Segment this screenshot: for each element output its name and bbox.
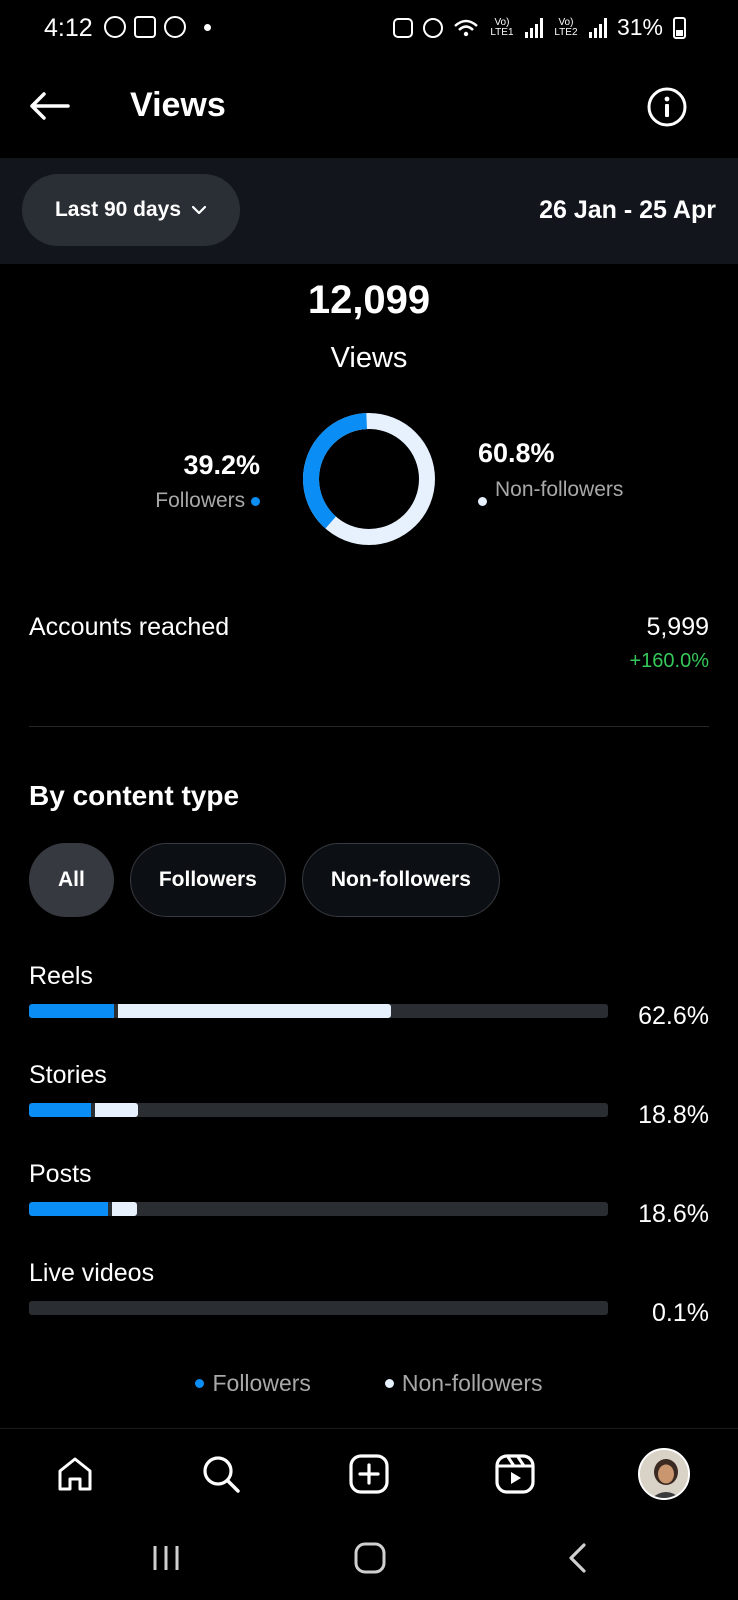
followers-bar-segment bbox=[29, 1103, 91, 1117]
system-home-button[interactable] bbox=[348, 1538, 392, 1578]
content-row-stories: Stories 18.8% bbox=[29, 1061, 709, 1151]
followers-bar-segment bbox=[29, 1004, 114, 1018]
divider bbox=[29, 726, 709, 727]
system-recents-button[interactable] bbox=[144, 1538, 188, 1578]
nav-create-button[interactable] bbox=[346, 1451, 392, 1497]
arrow-left-icon bbox=[30, 92, 70, 120]
non-followers-legend-label: Non-followers bbox=[495, 478, 624, 501]
content-row-percentage: 62.6% bbox=[638, 1002, 709, 1030]
content-row-percentage: 0.1% bbox=[652, 1299, 709, 1327]
nav-home-button[interactable] bbox=[52, 1451, 98, 1497]
profile-avatar[interactable] bbox=[638, 1448, 690, 1500]
signal-icon bbox=[588, 17, 607, 38]
system-indicators: Vo) LTE1 Vo) LTE2 31% bbox=[392, 14, 686, 41]
followers-dot-icon bbox=[251, 496, 260, 506]
info-button[interactable] bbox=[646, 86, 688, 128]
followers-dot-icon bbox=[195, 1379, 205, 1388]
back-icon bbox=[569, 1543, 586, 1573]
accounts-reached-label: Accounts reached bbox=[29, 613, 230, 641]
content-row-label: Stories bbox=[29, 1061, 107, 1089]
followers-legend-label: Followers bbox=[155, 489, 246, 512]
more-notifications-icon bbox=[204, 23, 211, 31]
tab-non-followers[interactable]: Non-followers bbox=[301, 843, 500, 917]
whatsapp-icon bbox=[164, 16, 186, 38]
content-row-percentage: 18.8% bbox=[638, 1101, 709, 1129]
battery-percentage: 31% bbox=[616, 14, 663, 40]
date-range-dropdown-label: Last 90 days bbox=[54, 198, 182, 221]
alarm-icon bbox=[422, 17, 443, 38]
nav-search-button[interactable] bbox=[198, 1451, 244, 1497]
recents-icon bbox=[153, 1546, 179, 1570]
content-row-bar bbox=[29, 1301, 608, 1315]
status-bar: 4:12 Vo) LTE1 Vo) LTE2 31% bbox=[0, 0, 738, 56]
followers-share: 39.2% Followers bbox=[155, 450, 260, 513]
system-navigation-bar bbox=[0, 1516, 738, 1600]
accounts-reached-value: 5,999 bbox=[646, 613, 709, 641]
content-row-bar bbox=[29, 1004, 608, 1018]
search-icon bbox=[203, 1456, 240, 1493]
bottom-navigation bbox=[0, 1428, 738, 1516]
section-title: By content type bbox=[29, 780, 240, 811]
home-icon bbox=[58, 1457, 92, 1491]
non-followers-dot-icon bbox=[478, 497, 487, 506]
legend-non-followers-label: Non-followers bbox=[401, 1370, 543, 1396]
non-followers-legend: Non-followers bbox=[478, 477, 635, 506]
profile-photo bbox=[640, 1450, 688, 1498]
non-followers-bar-segment bbox=[112, 1202, 137, 1216]
date-filter-bar: Last 90 days 26 Jan - 25 Apr bbox=[0, 158, 738, 264]
back-button[interactable] bbox=[26, 86, 72, 126]
lte1-label: Vo) LTE1 bbox=[490, 16, 514, 38]
content-row-label: Posts bbox=[29, 1160, 92, 1188]
create-icon bbox=[349, 1454, 389, 1494]
lte2-label: Vo) LTE2 bbox=[554, 16, 578, 38]
views-total-label: Views bbox=[330, 342, 408, 374]
legend-followers-label: Followers bbox=[212, 1370, 311, 1396]
battery-icon bbox=[673, 16, 686, 39]
bar-legend: Followers Non-followers bbox=[0, 1370, 738, 1397]
nav-reels-button[interactable] bbox=[492, 1451, 538, 1497]
content-row-label: Live videos bbox=[29, 1259, 155, 1287]
content-row-posts: Posts 18.6% bbox=[29, 1160, 709, 1250]
non-followers-bar-segment bbox=[94, 1103, 138, 1117]
recycle-icon bbox=[392, 17, 413, 38]
tab-all[interactable]: All bbox=[29, 843, 114, 917]
content-row-percentage: 18.6% bbox=[638, 1200, 709, 1228]
header: Views bbox=[0, 72, 738, 142]
content-row-reels: Reels 62.6% bbox=[29, 962, 709, 1052]
signal-icon bbox=[524, 17, 543, 38]
followers-percentage: 39.2% bbox=[183, 450, 260, 480]
followers-bar-segment bbox=[29, 1202, 109, 1216]
tab-followers[interactable]: Followers bbox=[129, 843, 286, 917]
views-donut-chart bbox=[303, 413, 435, 545]
legend-non-followers: Non-followers bbox=[384, 1370, 543, 1397]
date-range-text: 26 Jan - 25 Apr bbox=[539, 196, 716, 224]
legend-followers: Followers bbox=[195, 1370, 311, 1397]
chevron-down-icon bbox=[191, 205, 207, 215]
non-followers-percentage: 60.8% bbox=[478, 438, 555, 468]
date-range-dropdown[interactable]: Last 90 days bbox=[22, 174, 240, 246]
whatsapp-icon bbox=[104, 16, 126, 38]
status-time: 4:12 bbox=[44, 14, 93, 42]
system-back-button[interactable] bbox=[556, 1538, 600, 1578]
content-type-filter-tabs: All Followers Non-followers bbox=[29, 843, 500, 917]
content-row-bar bbox=[29, 1103, 608, 1117]
reels-icon bbox=[495, 1454, 535, 1494]
non-followers-share: 60.8% Non-followers bbox=[478, 438, 635, 506]
accounts-reached-change: +160.0% bbox=[629, 650, 709, 672]
info-icon bbox=[647, 87, 687, 127]
non-followers-dot-icon bbox=[384, 1379, 394, 1388]
wifi-icon bbox=[454, 19, 478, 36]
content-row-label: Reels bbox=[29, 962, 93, 990]
views-total: 12,099 bbox=[307, 278, 431, 322]
content-row-live-videos: Live videos 0.1% bbox=[29, 1259, 709, 1349]
home-icon bbox=[354, 1542, 386, 1574]
content-row-bar bbox=[29, 1202, 608, 1216]
followers-legend: Followers bbox=[155, 489, 260, 513]
donut-followers-arc bbox=[303, 413, 435, 545]
page-title: Views bbox=[130, 86, 226, 124]
notification-icons bbox=[104, 16, 211, 38]
gallery-icon bbox=[134, 16, 156, 38]
non-followers-bar-segment bbox=[117, 1004, 392, 1018]
